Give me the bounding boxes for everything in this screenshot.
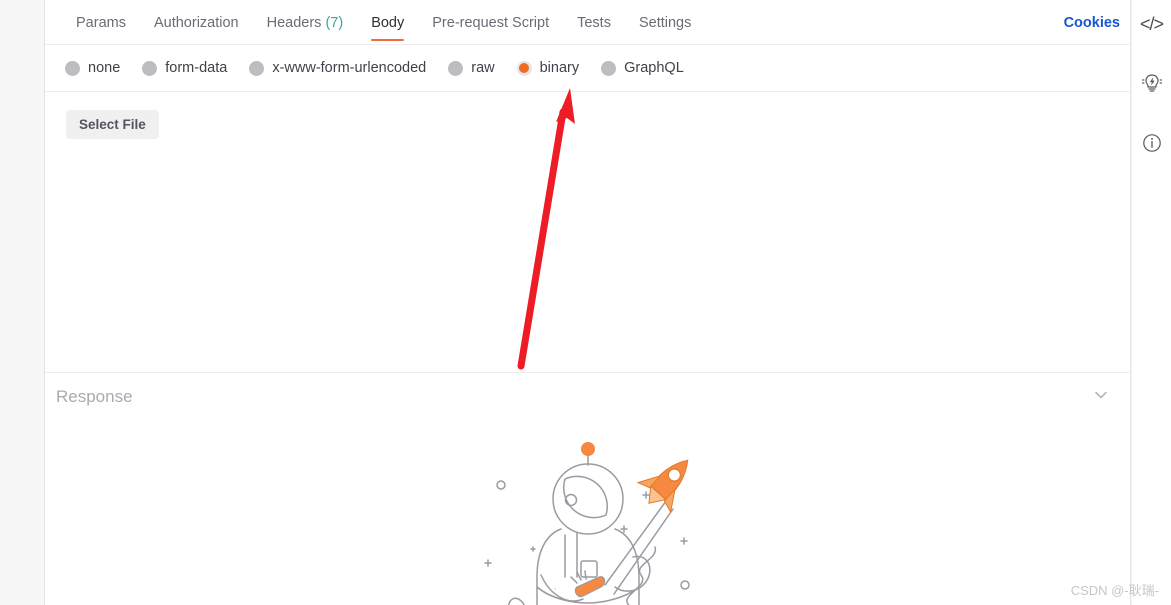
body-type-raw[interactable]: raw — [448, 60, 495, 76]
tab-authorization[interactable]: Authorization — [140, 0, 253, 45]
tab-headers[interactable]: Headers (7) — [253, 0, 358, 45]
tab-tests-label: Tests — [577, 15, 611, 31]
postman-request-body-screen: Params Authorization Headers (7) Body Pr… — [0, 0, 1171, 605]
body-type-form-data[interactable]: form-data — [142, 60, 227, 76]
body-type-graphql-label: GraphQL — [624, 60, 684, 76]
request-tab-bar: Params Authorization Headers (7) Body Pr… — [45, 0, 1130, 45]
response-body — [45, 421, 1130, 605]
radio-binary-icon[interactable] — [516, 60, 532, 76]
tab-settings[interactable]: Settings — [625, 0, 705, 45]
body-type-raw-label: raw — [471, 60, 495, 76]
main-panel: Params Authorization Headers (7) Body Pr… — [45, 0, 1131, 605]
body-type-binary[interactable]: binary — [516, 60, 580, 76]
tab-body[interactable]: Body — [357, 0, 418, 45]
body-type-selector: none form-data x-www-form-urlencoded raw… — [45, 45, 1130, 92]
tab-pre-request-script-label: Pre-request Script — [432, 15, 550, 31]
active-tab-underline — [371, 38, 405, 41]
body-type-none[interactable]: none — [65, 60, 120, 76]
body-type-x-www-form-urlencoded-label: x-www-form-urlencoded — [272, 60, 427, 76]
watermark: CSDN @-耿瑞- — [1070, 583, 1159, 598]
response-title: Response — [56, 387, 133, 406]
tab-tests[interactable]: Tests — [563, 0, 625, 45]
cookies-link[interactable]: Cookies — [1064, 15, 1120, 31]
tab-headers-count: (7) — [325, 15, 344, 31]
body-type-binary-label: binary — [539, 60, 580, 76]
tab-body-label: Body — [371, 15, 405, 31]
tab-settings-label: Settings — [638, 15, 692, 31]
radio-raw-icon[interactable] — [448, 60, 464, 76]
body-type-none-label: none — [88, 60, 121, 76]
radio-none-icon[interactable] — [65, 60, 80, 76]
body-type-graphql[interactable]: GraphQL — [601, 60, 684, 76]
chevron-down-icon[interactable] — [1092, 386, 1110, 409]
tab-params-label: Params — [76, 15, 126, 31]
tab-params[interactable]: Params — [62, 0, 140, 45]
response-header[interactable]: Response — [45, 373, 1130, 421]
radio-x-www-form-urlencoded-icon[interactable] — [249, 60, 265, 76]
request-body-pane: Select File — [45, 92, 1130, 373]
tab-headers-label: Headers — [266, 15, 322, 31]
tab-pre-request-script[interactable]: Pre-request Script — [418, 0, 563, 45]
radio-form-data-icon[interactable] — [142, 60, 158, 76]
body-type-form-data-label: form-data — [165, 60, 228, 76]
select-file-button[interactable]: Select File — [66, 110, 159, 139]
astronaut-rocket-illustration — [473, 437, 703, 605]
body-type-x-www-form-urlencoded[interactable]: x-www-form-urlencoded — [249, 60, 426, 76]
lightbulb-icon[interactable] — [1139, 70, 1165, 96]
radio-graphql-icon[interactable] — [601, 60, 617, 76]
left-gutter — [0, 0, 45, 605]
tab-authorization-label: Authorization — [153, 15, 239, 31]
code-icon[interactable]: </> — [1139, 11, 1165, 37]
info-icon[interactable] — [1139, 130, 1165, 156]
right-icon-rail: </> — [1132, 0, 1171, 605]
code-icon-glyph: </> — [1139, 13, 1164, 34]
